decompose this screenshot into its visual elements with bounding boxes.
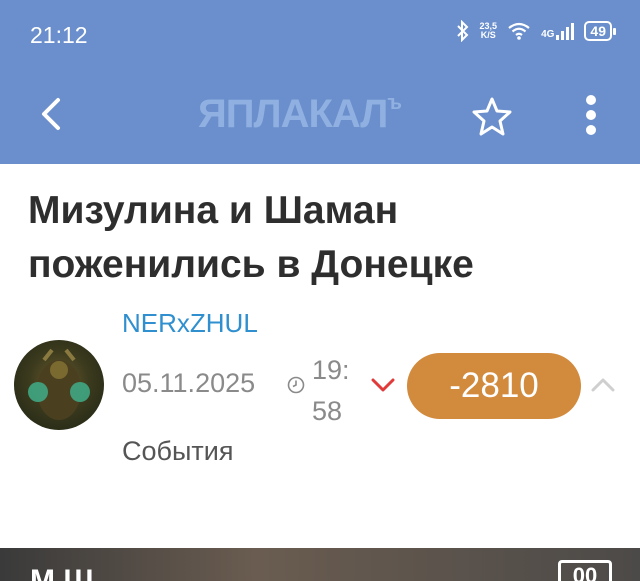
wifi-icon xyxy=(508,22,530,40)
favorite-button[interactable] xyxy=(470,94,514,138)
post-date: 05.11.2025 xyxy=(122,368,256,398)
next-post-badge: 00 xyxy=(558,560,612,581)
avatar[interactable] xyxy=(14,340,104,430)
star-icon xyxy=(472,97,512,136)
back-arrow-icon xyxy=(42,98,60,130)
vote-up-button[interactable] xyxy=(588,374,618,396)
status-bar: 21:12 23,5 K/S 4G 49 xyxy=(0,0,640,70)
post-title: Мизулина и Шаман поженились в Донецке xyxy=(28,189,474,286)
bluetooth-icon xyxy=(456,20,468,42)
avatar-image xyxy=(28,348,90,420)
chevron-down-icon xyxy=(371,378,395,392)
category-link[interactable]: События xyxy=(122,436,233,467)
post-time: 19: 58 xyxy=(312,355,350,426)
more-vert-icon xyxy=(586,95,596,135)
signal-icon: 4G xyxy=(541,22,575,40)
status-icons: 23,5 K/S 4G 49 xyxy=(456,20,616,42)
status-time: 21:12 xyxy=(30,22,88,48)
net-speed: 23,5 K/S xyxy=(479,21,498,40)
app-bar: ЯПЛАКАЛъ xyxy=(0,70,640,164)
chevron-up-icon xyxy=(591,378,615,392)
rating-badge: -2810 xyxy=(407,353,581,419)
more-options-button[interactable] xyxy=(578,92,604,138)
clock-icon xyxy=(287,376,305,394)
battery-icon: 49 xyxy=(584,21,616,41)
vote-down-button[interactable] xyxy=(368,374,398,396)
back-button[interactable] xyxy=(34,92,74,136)
next-post-title: М Ш xyxy=(30,564,94,581)
author-link[interactable]: NERxZHUL xyxy=(122,308,258,339)
next-post-preview[interactable]: М Ш 00 xyxy=(0,548,640,581)
app-logo[interactable]: ЯПЛАКАЛъ xyxy=(198,92,402,137)
